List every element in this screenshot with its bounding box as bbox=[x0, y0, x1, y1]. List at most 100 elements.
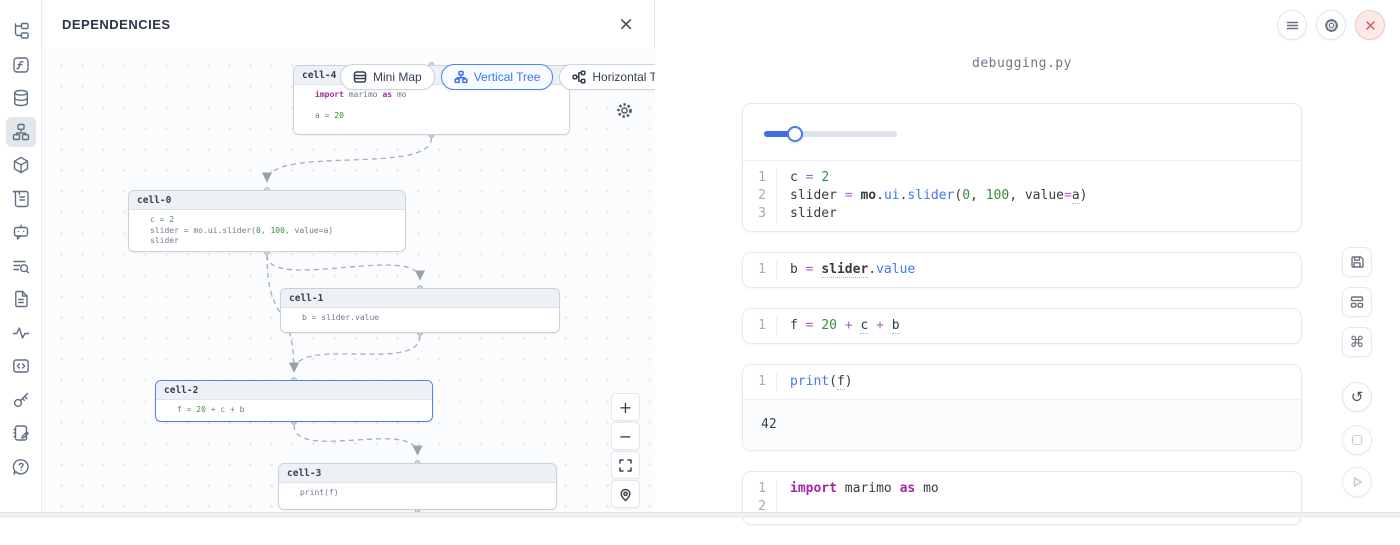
line-number: 1 bbox=[743, 480, 777, 498]
help-bubble-icon bbox=[11, 457, 31, 477]
layout-button[interactable] bbox=[1342, 287, 1372, 317]
dependencies-panel-header: DEPENDENCIES × bbox=[42, 0, 654, 48]
graph-node-cell-3[interactable]: cell-3print(f) bbox=[278, 463, 557, 510]
sidebar-item-tracing[interactable] bbox=[6, 318, 36, 348]
graph-node-code: import marimo as mo a = 20 bbox=[294, 85, 569, 127]
sidebar-item-ai-chat[interactable] bbox=[6, 217, 36, 247]
scroll-icon bbox=[11, 189, 31, 209]
graph-settings-button[interactable] bbox=[616, 102, 633, 122]
horizontal-tree-button[interactable]: Horizontal Tree bbox=[559, 64, 655, 90]
panel-close-button[interactable]: × bbox=[618, 15, 634, 34]
expand-icon bbox=[618, 458, 633, 473]
stop-button[interactable] bbox=[1342, 425, 1372, 455]
sidebar-item-snippets[interactable] bbox=[6, 351, 36, 381]
center-selection-button[interactable] bbox=[611, 480, 640, 508]
graph-zoom-controls: + − bbox=[611, 393, 641, 508]
run-button[interactable] bbox=[1342, 467, 1372, 497]
file-tree-icon bbox=[11, 21, 31, 41]
cell-output-slider bbox=[743, 104, 1301, 161]
pin-icon bbox=[618, 487, 633, 502]
graph-node-title: cell-2 bbox=[156, 381, 432, 400]
hamburger-icon bbox=[1285, 18, 1300, 33]
slider-handle[interactable] bbox=[787, 126, 803, 142]
function-icon bbox=[11, 55, 31, 75]
activity-pulse-icon bbox=[11, 323, 31, 343]
notepad-pencil-icon bbox=[11, 423, 31, 443]
notebook-main: debugging.py 1c = 22slider = mo.ui.slide… bbox=[656, 0, 1400, 518]
vertical-tree-button[interactable]: Vertical Tree bbox=[441, 64, 554, 90]
line-number: 2 bbox=[743, 187, 777, 205]
undo-button[interactable]: ↺ bbox=[1342, 382, 1372, 412]
menu-button[interactable] bbox=[1277, 10, 1307, 40]
cell-code-editor[interactable]: 1c = 22slider = mo.ui.slider(0, 100, val… bbox=[743, 161, 1301, 231]
notebook-cells: 1c = 22slider = mo.ui.slider(0, 100, val… bbox=[742, 103, 1302, 545]
notebook-top-actions bbox=[1277, 10, 1385, 40]
graph-node-title: cell-1 bbox=[281, 289, 559, 308]
zoom-out-button[interactable]: − bbox=[611, 422, 640, 450]
dependency-graph-icon bbox=[11, 122, 31, 142]
dependencies-panel: DEPENDENCIES × Mini Map Vertical Tree bbox=[42, 0, 655, 518]
graph-node-cell-1[interactable]: cell-1b = slider.value bbox=[280, 288, 560, 333]
line-number: 1 bbox=[743, 373, 777, 391]
sidebar-item-dependencies[interactable] bbox=[6, 117, 36, 147]
sidebar-item-logs[interactable] bbox=[6, 251, 36, 281]
log-search-icon bbox=[11, 256, 31, 276]
sidebar-item-scratchpad[interactable] bbox=[6, 418, 36, 448]
graph-node-code: f = 20 + c + b bbox=[156, 400, 432, 421]
fit-view-button[interactable] bbox=[611, 451, 640, 479]
cell-code-editor[interactable]: 1b = slider.value bbox=[743, 253, 1301, 287]
shutdown-button[interactable] bbox=[1355, 10, 1385, 40]
cell-console-output: 42 bbox=[743, 399, 1301, 450]
zoom-in-button[interactable]: + bbox=[611, 393, 640, 421]
status-footer bbox=[0, 512, 1400, 518]
line-number: 1 bbox=[743, 169, 777, 187]
activity-rail bbox=[0, 0, 42, 518]
dependency-graph-canvas[interactable]: Mini Map Vertical Tree Horizontal Tree +… bbox=[42, 48, 655, 518]
code-line: c = 2 bbox=[777, 169, 829, 187]
gear-icon bbox=[1324, 18, 1339, 33]
notebook-cell[interactable]: 1c = 22slider = mo.ui.slider(0, 100, val… bbox=[742, 103, 1302, 232]
save-button[interactable] bbox=[1342, 247, 1372, 277]
database-icon bbox=[11, 88, 31, 108]
notebook-settings-button[interactable] bbox=[1316, 10, 1346, 40]
code-line: print(f) bbox=[777, 373, 853, 391]
graph-node-cell-2[interactable]: cell-2f = 20 + c + b bbox=[155, 380, 433, 422]
notebook-cell[interactable]: 1f = 20 + c + b bbox=[742, 308, 1302, 344]
code-line: import marimo as mo bbox=[777, 480, 939, 498]
cell-code-editor[interactable]: 1print(f) bbox=[743, 365, 1301, 399]
cell-code-editor[interactable]: 1f = 20 + c + b bbox=[743, 309, 1301, 343]
sidebar-item-functions[interactable] bbox=[6, 50, 36, 80]
close-icon bbox=[1363, 18, 1378, 33]
notebook-cell[interactable]: 1b = slider.value bbox=[742, 252, 1302, 288]
sidebar-item-outline[interactable] bbox=[6, 284, 36, 314]
code-line: b = slider.value bbox=[777, 261, 915, 279]
line-number: 1 bbox=[743, 317, 777, 335]
code-snippet-icon bbox=[11, 356, 31, 376]
undo-icon: ↺ bbox=[1351, 390, 1364, 405]
line-number: 3 bbox=[743, 205, 777, 223]
graph-node-code: print(f) bbox=[279, 483, 556, 504]
command-palette-button[interactable]: ⌘ bbox=[1342, 327, 1372, 357]
sidebar-item-packages[interactable] bbox=[6, 150, 36, 180]
notebook-cell[interactable]: 1print(f)42 bbox=[742, 364, 1302, 451]
command-icon: ⌘ bbox=[1350, 333, 1365, 351]
sidebar-item-help[interactable] bbox=[6, 452, 36, 482]
minimap-button[interactable]: Mini Map bbox=[340, 64, 435, 90]
sidebar-item-secrets[interactable] bbox=[6, 385, 36, 415]
key-icon bbox=[11, 390, 31, 410]
slider-track[interactable] bbox=[764, 131, 897, 137]
notebook-filename: debugging.py bbox=[742, 56, 1302, 71]
graph-node-title: cell-3 bbox=[279, 464, 556, 483]
package-cube-icon bbox=[11, 155, 31, 175]
graph-view-toolbar: Mini Map Vertical Tree Horizontal Tree bbox=[340, 64, 655, 90]
code-line: slider bbox=[777, 205, 837, 223]
sidebar-item-documentation[interactable] bbox=[6, 184, 36, 214]
graph-node-code: c = 2slider = mo.ui.slider(0, 100, value… bbox=[129, 210, 405, 252]
sidebar-item-datasources[interactable] bbox=[6, 83, 36, 113]
panel-title: DEPENDENCIES bbox=[62, 17, 171, 32]
graph-node-cell-0[interactable]: cell-0c = 2slider = mo.ui.slider(0, 100,… bbox=[128, 190, 406, 252]
line-number: 1 bbox=[743, 261, 777, 279]
graph-node-code: b = slider.value bbox=[281, 308, 559, 329]
layout-icon bbox=[1349, 294, 1365, 310]
sidebar-item-explorer[interactable] bbox=[6, 16, 36, 46]
